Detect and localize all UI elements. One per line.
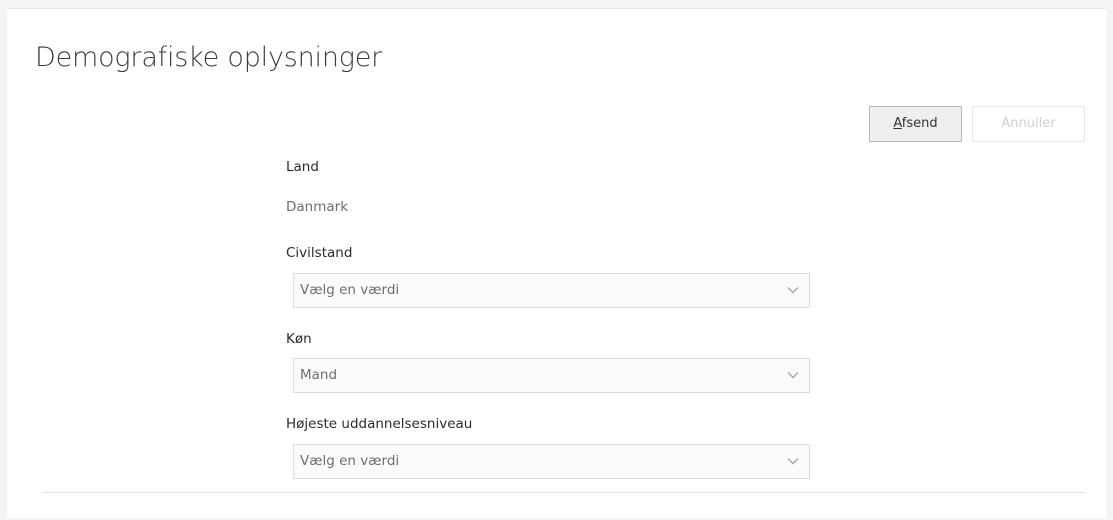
education-select[interactable]: Vælg en værdi: [293, 444, 810, 479]
marital-status-value: Vælg en værdi: [300, 282, 400, 298]
cancel-button: Annuller: [972, 106, 1085, 142]
demographics-panel: Demografiske oplysninger Afsend Annuller…: [7, 8, 1106, 518]
page-title: Demografiske oplysninger: [35, 42, 383, 73]
chevron-down-icon: [787, 458, 799, 465]
chevron-down-icon: [787, 287, 799, 294]
cancel-label: Annuller: [1001, 116, 1056, 131]
chevron-down-icon: [787, 372, 799, 379]
submit-access-key: A: [893, 116, 902, 131]
gender-label: Køn: [286, 331, 312, 347]
submit-label: fsend: [901, 116, 938, 131]
education-value: Vælg en værdi: [300, 453, 400, 469]
country-value: Danmark: [286, 199, 349, 215]
gender-select[interactable]: Mand: [293, 358, 810, 393]
marital-status-label: Civilstand: [286, 245, 353, 261]
education-label: Højeste uddannelsesniveau: [286, 416, 473, 432]
submit-button[interactable]: Afsend: [869, 106, 962, 142]
marital-status-select[interactable]: Vælg en værdi: [293, 273, 810, 308]
footer-divider: [43, 492, 1086, 493]
gender-value: Mand: [300, 367, 338, 383]
country-label: Land: [286, 159, 319, 175]
